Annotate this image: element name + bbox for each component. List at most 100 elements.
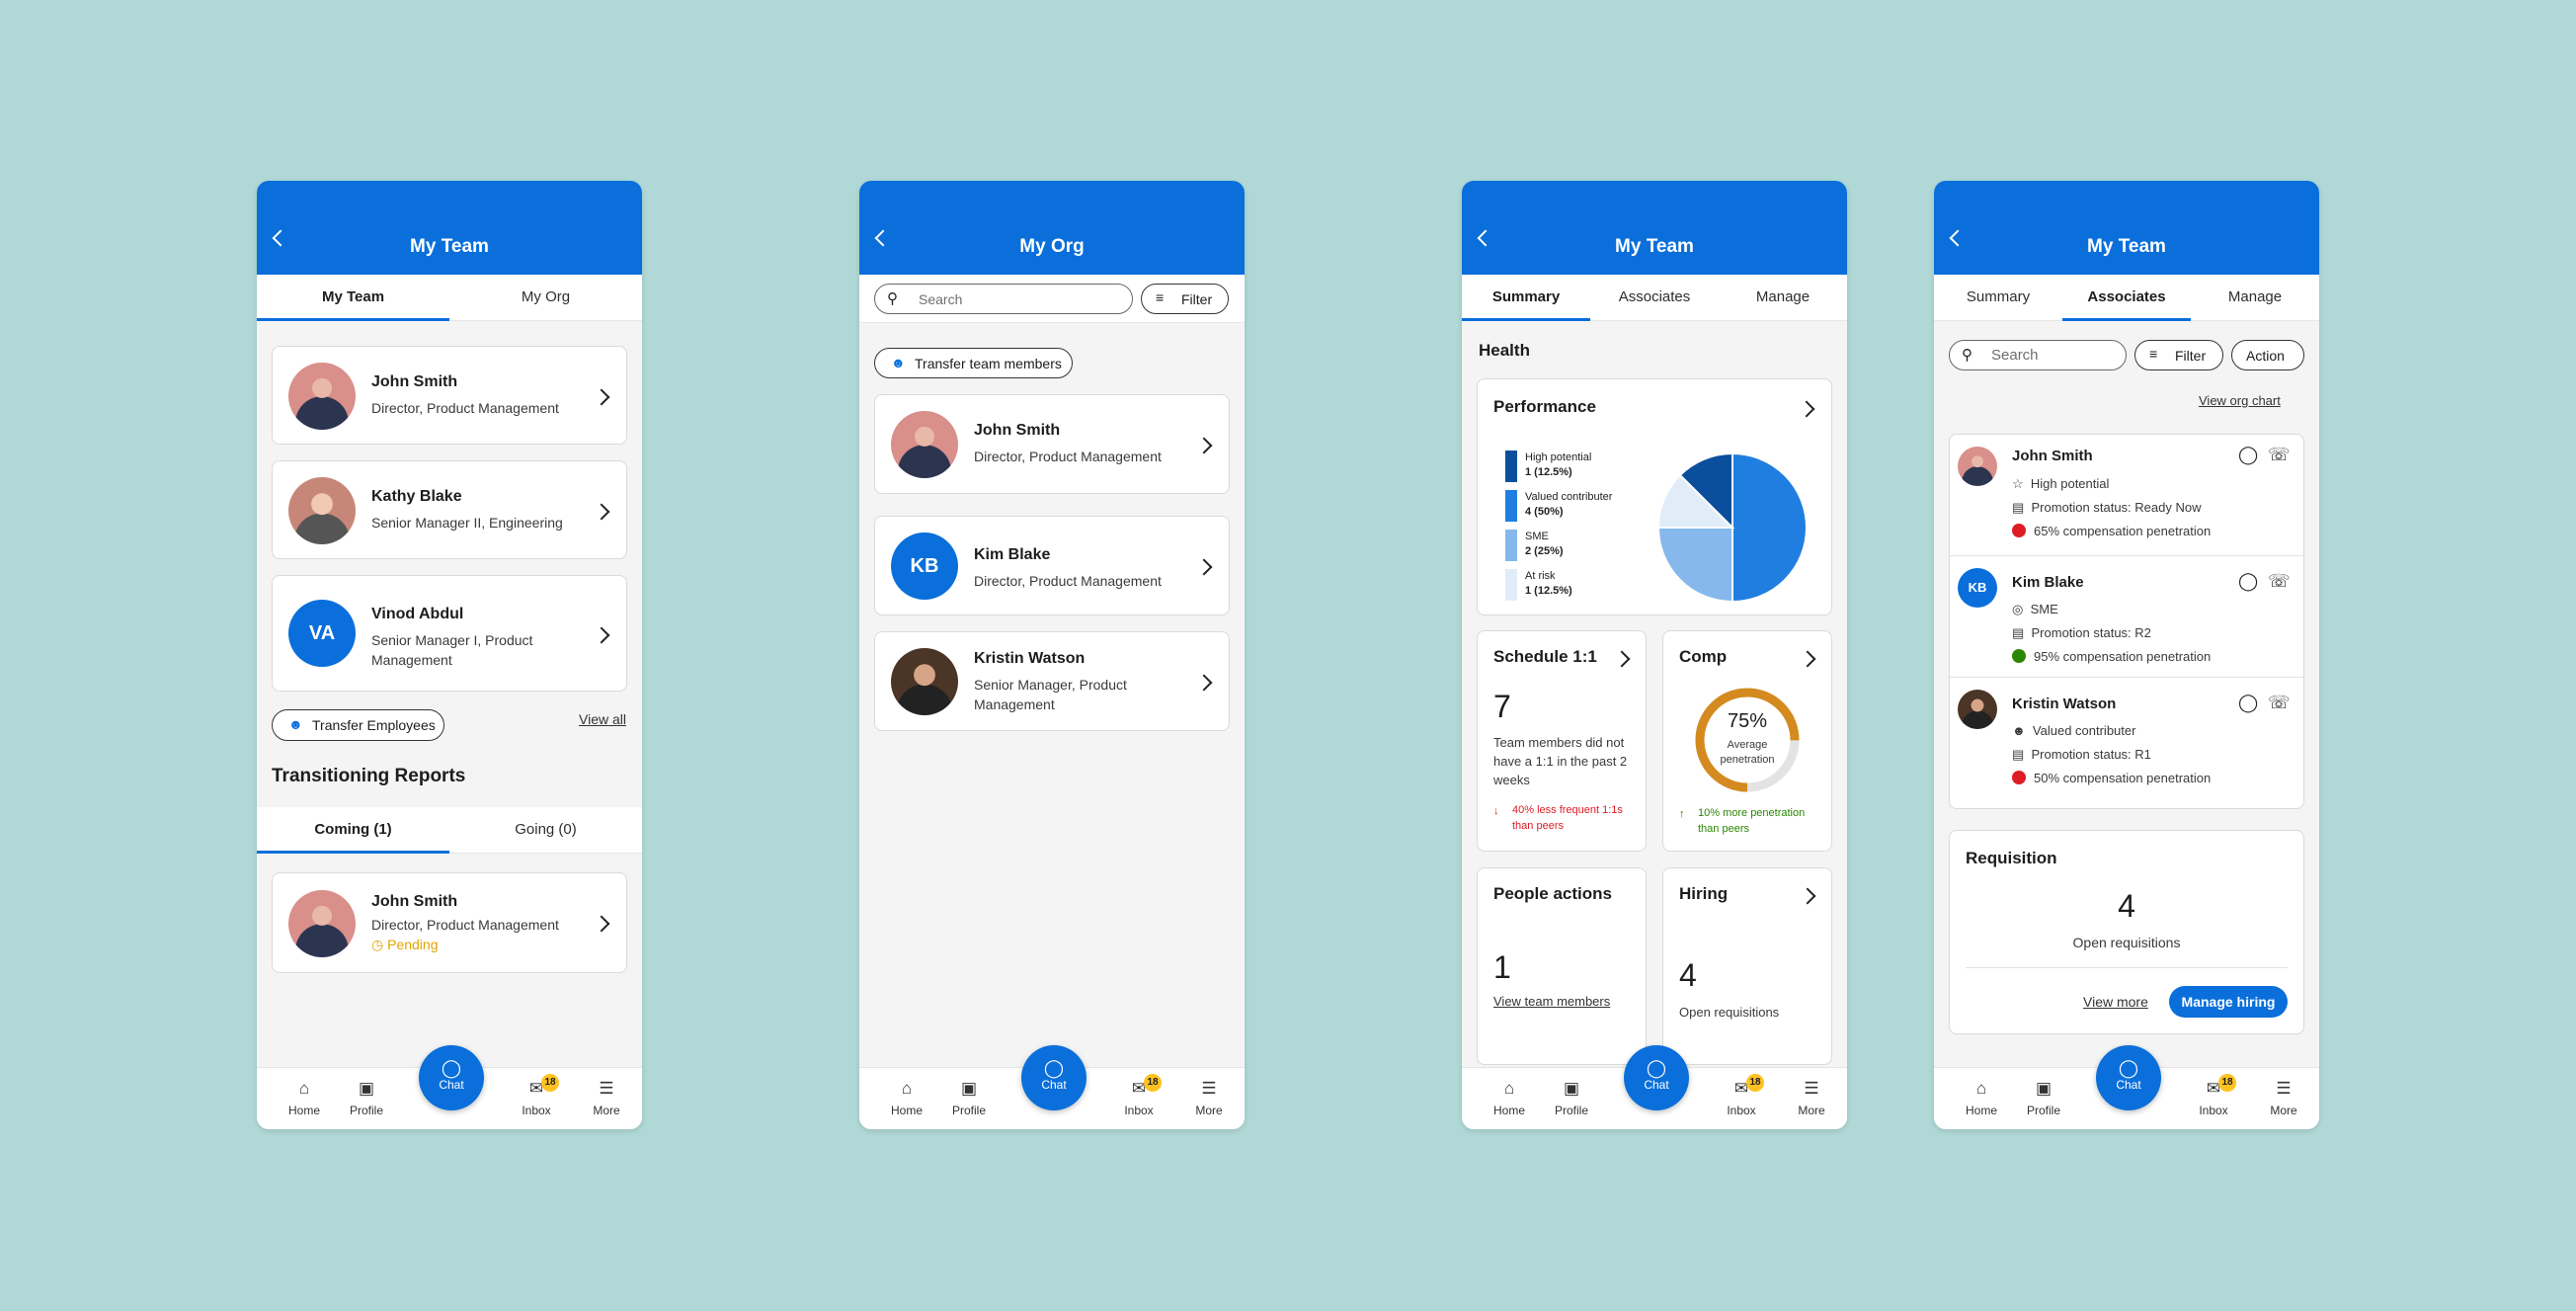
chat-icon[interactable]: ◯ xyxy=(2238,693,2258,713)
page-title: My Team xyxy=(410,236,489,257)
view-more-link[interactable]: View more xyxy=(2083,994,2148,1010)
list-item[interactable]: VA Vinod Abdul Senior Manager I, Product… xyxy=(272,575,627,692)
filter-button[interactable]: ≡ Filter xyxy=(2134,340,2223,370)
nav-home[interactable]: ⌂ Home xyxy=(882,1078,931,1117)
comp-label: Average xyxy=(1727,739,1768,751)
people-actions-card[interactable]: People actions 1 View team members xyxy=(1477,867,1647,1065)
associates-list: John Smith ◯ ☏ ☆ High potential ▤ Promot… xyxy=(1949,434,2304,809)
tab-manage[interactable]: Manage xyxy=(1719,275,1847,320)
nav-home[interactable]: ⌂ Home xyxy=(1957,1078,2006,1117)
menu-icon: ☰ xyxy=(1804,1079,1819,1098)
transfer-team-members-button[interactable]: ☻ Transfer team members xyxy=(874,348,1073,378)
tab-going[interactable]: Going (0) xyxy=(449,807,642,853)
legend-label: SME xyxy=(1525,531,1549,542)
tab-associates[interactable]: Associates xyxy=(1590,275,1719,320)
list-item[interactable]: John Smith Director, Product Management … xyxy=(272,872,627,973)
app-header: My Team xyxy=(1934,181,2319,275)
nav-label: Inbox xyxy=(2199,1104,2228,1117)
chat-button[interactable]: ◯ Chat xyxy=(419,1045,484,1110)
chat-icon[interactable]: ◯ xyxy=(2238,571,2258,592)
list-item[interactable]: KB Kim Blake Director, Product Managemen… xyxy=(874,516,1230,615)
screen-team-associates: My Team Summary Associates Manage ⚲ Sear… xyxy=(1934,181,2319,1129)
metric-desc: Open requisitions xyxy=(1679,1005,1780,1020)
tab-summary[interactable]: Summary xyxy=(1462,275,1590,321)
list-item[interactable]: John Smith ◯ ☏ ☆ High potential ▤ Promot… xyxy=(1950,435,2303,555)
profile-card-icon: ▣ xyxy=(1563,1079,1580,1098)
chat-button[interactable]: ◯ Chat xyxy=(1021,1045,1087,1110)
nav-inbox[interactable]: ✉ 18 Inbox xyxy=(1717,1074,1766,1117)
metric-value: 4 xyxy=(1679,957,1697,993)
chevron-right-icon xyxy=(1799,887,1816,905)
person-name: John Smith xyxy=(974,422,1061,439)
comp-text: 50% compensation penetration xyxy=(2034,771,2212,785)
transfer-employees-button[interactable]: ☻ Transfer Employees xyxy=(272,709,444,741)
view-org-chart-link[interactable]: View org chart xyxy=(2199,393,2281,408)
phone-icon[interactable]: ☏ xyxy=(2268,445,2291,465)
search-input[interactable]: ⚲ Search xyxy=(874,284,1133,314)
phone-icon[interactable]: ☏ xyxy=(2268,571,2291,592)
avatar xyxy=(891,411,958,478)
nav-inbox[interactable]: ✉ 18 Inbox xyxy=(512,1074,561,1117)
tab-my-team[interactable]: My Team xyxy=(257,275,449,321)
nav-home[interactable]: ⌂ Home xyxy=(280,1078,329,1117)
nav-profile[interactable]: ▣ Profile xyxy=(1547,1078,1596,1117)
performance-card[interactable]: Performance High potential 1 (12.5%) Value… xyxy=(1477,378,1832,615)
list-item[interactable]: John Smith Director, Product Management xyxy=(272,346,627,445)
chat-icon[interactable]: ◯ xyxy=(2238,445,2258,465)
person-role: Director, Product Management xyxy=(371,917,559,933)
legend-swatch xyxy=(1505,530,1517,561)
schedule-card[interactable]: Schedule 1:1 7 Team members did not have… xyxy=(1477,630,1647,852)
filter-button[interactable]: ≡ Filter xyxy=(1141,284,1229,314)
list-item[interactable]: Kristin Watson Senior Manager, Product M… xyxy=(874,631,1230,731)
avatar: KB xyxy=(1958,568,1997,608)
legend-label: Valued contributer xyxy=(1525,491,1613,503)
nav-home[interactable]: ⌂ Home xyxy=(1485,1078,1534,1117)
list-item[interactable]: KB Kim Blake ◯ ☏ ◎ SME ▤ Promotion statu… xyxy=(1950,556,2303,677)
app-header: My Org xyxy=(859,181,1245,275)
arrow-down-icon: ↓ xyxy=(1493,805,1499,817)
inbox-badge: 18 xyxy=(1144,1074,1162,1092)
view-team-members-link[interactable]: View team members xyxy=(1493,994,1610,1009)
hiring-card[interactable]: Hiring 4 Open requisitions xyxy=(1662,867,1832,1065)
person-name: John Smith xyxy=(371,373,458,390)
nav-more[interactable]: ☰ More xyxy=(1787,1078,1836,1117)
list-item[interactable]: Kristin Watson ◯ ☏ ☻ Valued contributer … xyxy=(1950,678,2303,808)
list-item[interactable]: Kathy Blake Senior Manager II, Engineeri… xyxy=(272,460,627,559)
nav-profile[interactable]: ▣ Profile xyxy=(944,1078,994,1117)
screen-my-team: My Team My Team My Org John Smith Direct… xyxy=(257,181,642,1129)
avatar xyxy=(1958,690,1997,729)
tab-associates[interactable]: Associates xyxy=(2062,275,2191,321)
manage-hiring-button[interactable]: Manage hiring xyxy=(2169,986,2288,1018)
nav-profile[interactable]: ▣ Profile xyxy=(342,1078,391,1117)
nav-profile[interactable]: ▣ Profile xyxy=(2019,1078,2068,1117)
comp-card[interactable]: Comp 75% Average penetration ↑ 10% more … xyxy=(1662,630,1832,852)
button-label: Transfer team members xyxy=(915,356,1062,371)
nav-inbox[interactable]: ✉ 18 Inbox xyxy=(1114,1074,1164,1117)
list-item[interactable]: John Smith Director, Product Management xyxy=(874,394,1230,494)
legend-label: At risk xyxy=(1525,570,1556,582)
legend-swatch xyxy=(1505,451,1517,482)
phone-icon[interactable]: ☏ xyxy=(2268,693,2291,713)
nav-inbox[interactable]: ✉ 18 Inbox xyxy=(2189,1074,2238,1117)
nav-more[interactable]: ☰ More xyxy=(2259,1078,2308,1117)
filter-icon: ≡ xyxy=(1156,289,1165,305)
tab-coming[interactable]: Coming (1) xyxy=(257,807,449,854)
action-button[interactable]: Action xyxy=(2231,340,2304,370)
tab-manage[interactable]: Manage xyxy=(2191,275,2319,320)
nav-label: Profile xyxy=(1554,1104,1588,1117)
inbox-badge: 18 xyxy=(2218,1074,2236,1092)
view-all-link[interactable]: View all xyxy=(579,711,626,727)
nav-more[interactable]: ☰ More xyxy=(1184,1078,1234,1117)
chat-button[interactable]: ◯ Chat xyxy=(1624,1045,1689,1110)
nav-label: Home xyxy=(890,1104,923,1117)
metric-desc: have a 1:1 in the past 2 xyxy=(1493,754,1628,769)
metric-value: 4 xyxy=(2118,888,2135,924)
person-name: John Smith xyxy=(2012,448,2093,464)
chat-button[interactable]: ◯ Chat xyxy=(2096,1045,2161,1110)
chat-icon: ◯ xyxy=(1646,1058,1667,1078)
search-input[interactable]: ⚲ Search xyxy=(1949,340,2127,370)
nav-more[interactable]: ☰ More xyxy=(582,1078,631,1117)
tab-my-org[interactable]: My Org xyxy=(449,275,642,320)
tab-summary[interactable]: Summary xyxy=(1934,275,2062,320)
button-label: Action xyxy=(2246,348,2285,364)
